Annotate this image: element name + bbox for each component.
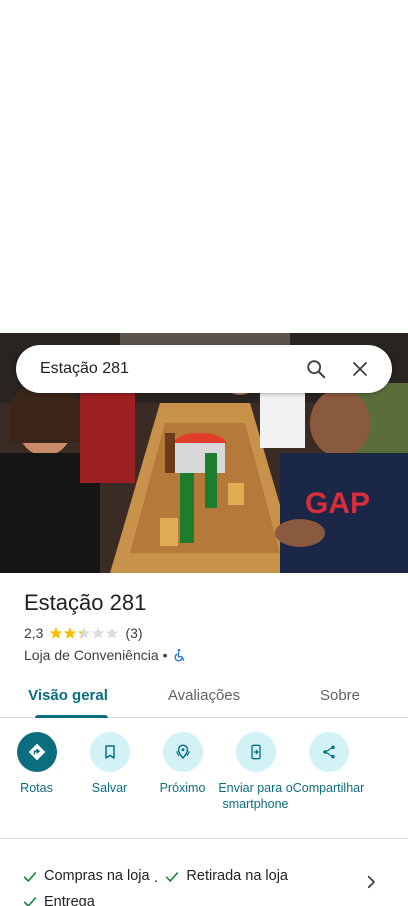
directions-button[interactable]: Rotas [0, 732, 73, 832]
nearby-button[interactable]: Próximo [146, 732, 219, 832]
star-empty-icon [92, 627, 105, 639]
share-label: Compartilhar [292, 781, 365, 795]
nearby-icon [162, 732, 203, 772]
place-category: Loja de Conveniência [24, 647, 159, 663]
svg-text:GAP: GAP [305, 487, 370, 520]
service-label: Retirada na loja [186, 868, 288, 884]
place-title: Estação 281 [24, 590, 147, 615]
nearby-label: Próximo [159, 781, 206, 795]
star-half-icon [78, 627, 91, 639]
check-icon [23, 871, 37, 882]
search-bar[interactable]: Estação 281 [16, 345, 392, 393]
save-label: Salvar [91, 781, 128, 795]
rating-stars [49, 626, 119, 640]
service-label: Compras na loja [44, 868, 150, 884]
chevron-right-icon[interactable] [362, 873, 380, 891]
tab-about[interactable]: Sobre [272, 674, 408, 717]
category-separator: • [162, 647, 168, 663]
service-item: Compras na loja [22, 866, 150, 887]
section-divider [0, 838, 408, 839]
search-icon[interactable] [298, 351, 334, 387]
send-to-phone-button[interactable]: Enviar para o smartphone [218, 732, 293, 832]
tab-bar: Visão geral Avaliações Sobre [0, 674, 408, 718]
rating-value: 2,3 [24, 625, 44, 641]
review-count[interactable]: (3) [125, 625, 142, 641]
check-icon [166, 871, 179, 882]
bookmark-icon [89, 732, 130, 772]
map-area [0, 0, 408, 333]
rating-row[interactable]: 2,3 (3) [24, 625, 143, 641]
service-item: Retirada na loja [164, 866, 288, 887]
star-icon [50, 627, 63, 639]
service-separator: · [153, 872, 159, 889]
share-icon [308, 732, 349, 772]
directions-label: Rotas [20, 781, 53, 795]
tab-reviews[interactable]: Avaliações [136, 674, 272, 717]
action-bar: Rotas Salvar Próximo Enviar para o smart… [0, 732, 408, 832]
send-to-phone-label: Enviar para o smartphone [218, 781, 293, 811]
wheelchair-icon [174, 649, 184, 662]
save-button[interactable]: Salvar [73, 732, 146, 832]
close-icon[interactable] [342, 351, 378, 387]
check-icon [23, 897, 37, 906]
send-to-phone-icon [235, 732, 276, 772]
service-options[interactable]: Compras na loja · Retirada na loja Entre… [22, 866, 362, 906]
service-item: Entrega [22, 892, 95, 906]
category-row: Loja de Conveniência • [24, 647, 186, 663]
star-icon [64, 627, 77, 639]
directions-icon [16, 732, 57, 772]
tab-overview[interactable]: Visão geral [0, 674, 136, 718]
share-button[interactable]: Compartilhar [292, 732, 365, 832]
service-label: Entrega [44, 893, 95, 906]
star-empty-icon [106, 627, 119, 639]
search-input[interactable]: Estação 281 [40, 360, 298, 378]
